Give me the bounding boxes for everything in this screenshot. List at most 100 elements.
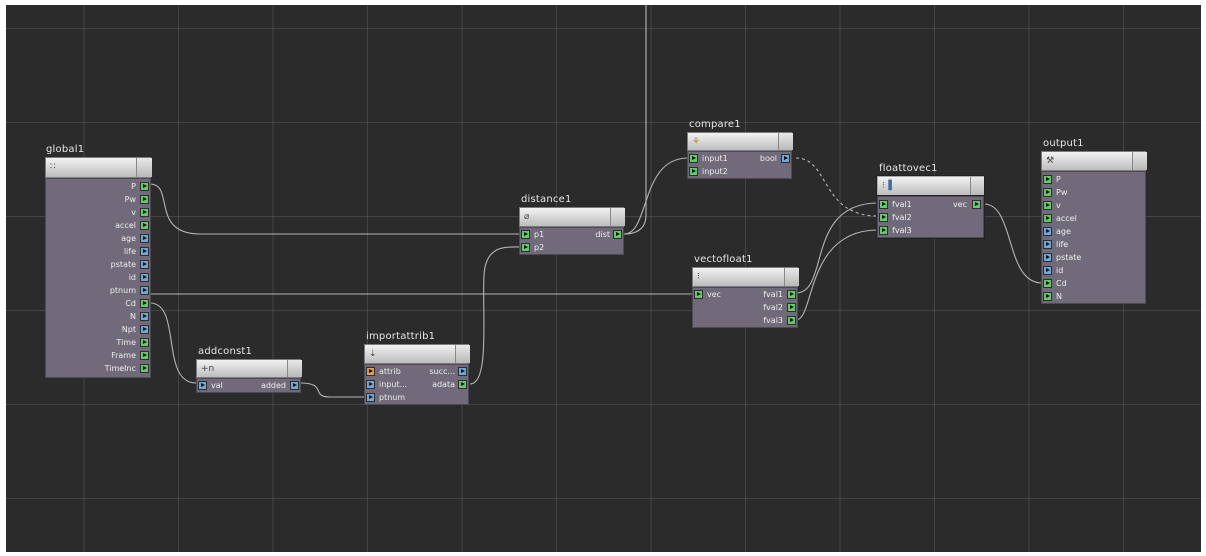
port-connector[interactable] (290, 381, 299, 390)
output-port-row[interactable]: adata (417, 378, 468, 391)
output-port-row[interactable]: fval2 (745, 301, 797, 314)
port-connector[interactable] (1043, 253, 1052, 262)
port-connector[interactable] (787, 316, 796, 325)
network-editor-canvas[interactable]: global1 ∷ P Pw v accel age life pstate i… (0, 0, 1206, 556)
port-connector[interactable] (781, 154, 790, 163)
port-connector[interactable] (140, 325, 149, 334)
port-connector[interactable] (1043, 227, 1052, 236)
node-header[interactable]: +n (196, 359, 302, 378)
port-connector[interactable] (458, 380, 467, 389)
node-header[interactable]: ⌀ (519, 207, 625, 227)
port-connector[interactable] (140, 182, 149, 191)
input-port-row[interactable]: val (197, 379, 247, 392)
output-port-row[interactable]: pstate (46, 258, 150, 271)
port-connector[interactable] (1043, 266, 1052, 275)
input-port-row[interactable]: N (1042, 290, 1142, 303)
port-connector[interactable] (140, 338, 149, 347)
output-port-row[interactable]: life (46, 245, 150, 258)
output-port-row[interactable]: fval3 (745, 314, 797, 327)
output-port-row[interactable]: dist (572, 228, 623, 241)
input-port-row[interactable]: life (1042, 238, 1142, 251)
input-port-row[interactable]: pstate (1042, 251, 1142, 264)
input-port-row[interactable]: input1 (688, 152, 746, 165)
port-connector[interactable] (366, 367, 375, 376)
input-port-row[interactable]: ptnum (365, 391, 417, 404)
input-port-row[interactable]: v (1042, 199, 1142, 212)
port-connector[interactable] (689, 154, 698, 163)
port-connector[interactable] (140, 286, 149, 295)
input-port-row[interactable]: fval3 (878, 224, 930, 237)
port-connector[interactable] (972, 200, 981, 209)
port-connector[interactable] (140, 299, 149, 308)
input-port-row[interactable]: attrib (365, 365, 417, 378)
input-port-row[interactable]: id (1042, 264, 1142, 277)
port-connector[interactable] (458, 367, 467, 376)
output-port-row[interactable]: P (46, 180, 150, 193)
output-port-row[interactable]: TimeInc (46, 362, 150, 375)
output-port-row[interactable]: id (46, 271, 150, 284)
port-connector[interactable] (140, 195, 149, 204)
output-port-row[interactable]: added (247, 379, 300, 392)
node-header[interactable]: ∷ (45, 157, 152, 178)
wire-global-Cd-to-addconst-val[interactable] (149, 302, 197, 384)
input-port-row[interactable]: Cd (1042, 277, 1142, 290)
port-connector[interactable] (521, 230, 530, 239)
input-port-row[interactable]: fval1 (878, 198, 930, 211)
port-connector[interactable] (787, 290, 796, 299)
port-connector[interactable] (140, 364, 149, 373)
input-port-row[interactable]: p2 (520, 241, 572, 254)
input-port-row[interactable]: Pw (1042, 186, 1142, 199)
node-header[interactable]: ⁝ (692, 267, 799, 287)
output-port-row[interactable]: age (46, 232, 150, 245)
input-port-row[interactable]: P (1042, 173, 1142, 186)
wire-offscreen-to-distance-dist[interactable] (623, 5, 647, 235)
wire-vectofloat-fval1-to-floattovec-fval1[interactable] (795, 202, 879, 294)
output-port-row[interactable]: succ... (417, 365, 468, 378)
node-header[interactable]: ⚒ (1041, 151, 1147, 171)
input-port-row[interactable]: p1 (520, 228, 572, 241)
node-header[interactable]: ⚘ (687, 132, 793, 151)
output-port-row[interactable]: N (46, 310, 150, 323)
port-connector[interactable] (879, 213, 888, 222)
port-connector[interactable] (1043, 214, 1052, 223)
port-connector[interactable] (613, 230, 622, 239)
wire-importattrib-adata-to-distance-p2[interactable] (469, 246, 521, 385)
input-port-row[interactable]: vec (693, 288, 745, 301)
wire-vectofloat-fval3-to-floattovec-fval3[interactable] (795, 229, 879, 321)
output-port-row[interactable]: vec (930, 198, 983, 211)
node-header[interactable]: ⇣ (364, 344, 470, 364)
port-connector[interactable] (140, 208, 149, 217)
port-connector[interactable] (366, 380, 375, 389)
output-port-row[interactable]: v (46, 206, 150, 219)
port-connector[interactable] (1043, 188, 1052, 197)
wire-addconst-added-to-importattrib-ptnum[interactable] (299, 382, 364, 398)
port-connector[interactable] (879, 226, 888, 235)
input-port-row[interactable]: age (1042, 225, 1142, 238)
input-port-row[interactable]: fval2 (878, 211, 930, 224)
port-connector[interactable] (140, 234, 149, 243)
port-connector[interactable] (521, 243, 530, 252)
output-port-row[interactable]: Npt (46, 323, 150, 336)
input-port-row[interactable]: input... (365, 378, 417, 391)
wire-floattovec-vec-to-output-Cd[interactable] (983, 203, 1043, 284)
port-connector[interactable] (140, 273, 149, 282)
wire-distance-dist-to-compare-input1[interactable] (623, 157, 689, 235)
port-connector[interactable] (140, 260, 149, 269)
wire-compare-bool-to-floattovec-fval2[interactable] (795, 157, 879, 217)
port-connector[interactable] (140, 312, 149, 321)
port-connector[interactable] (1043, 175, 1052, 184)
port-connector[interactable] (140, 351, 149, 360)
output-port-row[interactable]: bool (746, 152, 791, 165)
output-port-row[interactable]: fval1 (745, 288, 797, 301)
port-connector[interactable] (1043, 240, 1052, 249)
node-header[interactable]: ⁝▐ (876, 175, 985, 197)
port-connector[interactable] (689, 167, 698, 176)
input-port-row[interactable]: input2 (688, 165, 746, 178)
port-connector[interactable] (140, 247, 149, 256)
output-port-row[interactable]: Pw (46, 193, 150, 206)
port-connector[interactable] (140, 221, 149, 230)
port-connector[interactable] (1043, 279, 1052, 288)
output-port-row[interactable]: Frame (46, 349, 150, 362)
port-connector[interactable] (366, 393, 375, 402)
port-connector[interactable] (198, 381, 207, 390)
